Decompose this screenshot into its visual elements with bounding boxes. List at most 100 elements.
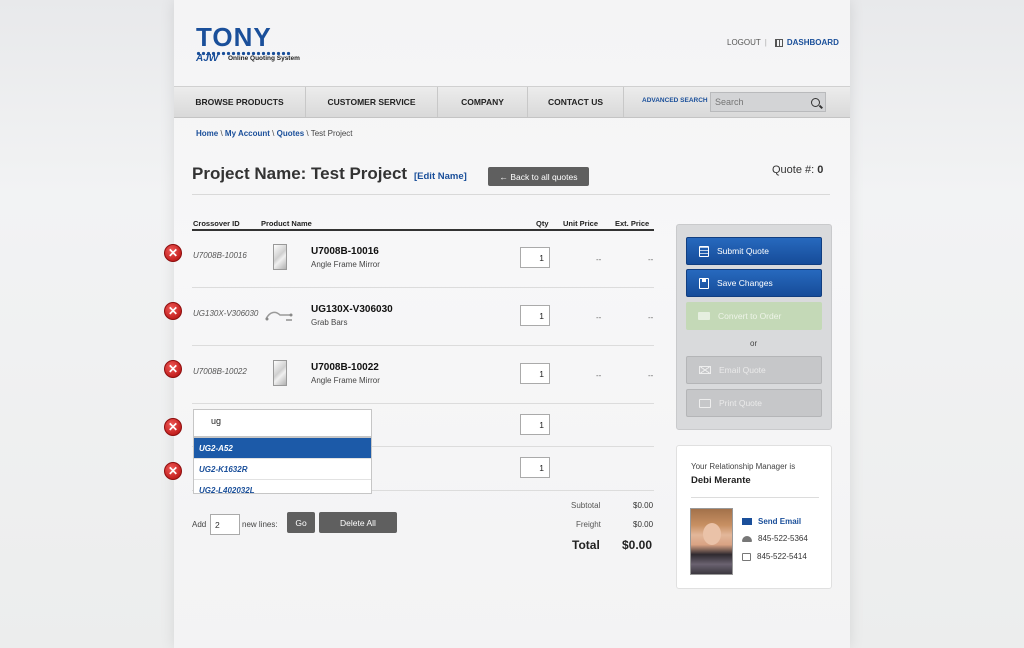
product-thumbnail[interactable] bbox=[264, 359, 294, 387]
page-title: Project Name: Test Project bbox=[192, 164, 408, 183]
autocomplete-option[interactable]: UG2-A52 bbox=[194, 438, 371, 459]
col-header-crossover: Crossover ID bbox=[193, 219, 240, 228]
product-thumbnail[interactable] bbox=[264, 301, 294, 329]
quote-number: Quote #: 0 bbox=[772, 164, 823, 176]
mirror-image-icon bbox=[273, 244, 287, 270]
product-name[interactable]: UG130X-V306030 bbox=[311, 304, 393, 315]
breadcrumb-quotes[interactable]: Quotes bbox=[277, 129, 305, 138]
fax-row: 845-522-5414 bbox=[742, 552, 807, 561]
add-lines-label: Add bbox=[192, 520, 207, 529]
row-divider bbox=[192, 345, 654, 346]
row-crossover-id: U7008B-10016 bbox=[193, 251, 247, 260]
send-email-row[interactable]: Send Email bbox=[742, 517, 801, 526]
crossover-search-input[interactable]: ug bbox=[193, 409, 372, 437]
convert-to-order-button[interactable]: Convert to Order bbox=[686, 302, 822, 330]
manager-avatar bbox=[690, 508, 733, 575]
col-header-qty: Qty bbox=[536, 219, 549, 228]
save-icon bbox=[699, 277, 709, 289]
search-box bbox=[710, 92, 826, 112]
sub-brand: AJW bbox=[196, 53, 219, 64]
nav-customer-service[interactable]: CUSTOMER SERVICE bbox=[306, 87, 438, 117]
truck-icon bbox=[698, 312, 710, 320]
breadcrumb-sep: \ bbox=[269, 129, 277, 138]
email-quote-label: Email Quote bbox=[719, 365, 766, 375]
avatar-face bbox=[703, 523, 721, 545]
send-email-link[interactable]: Send Email bbox=[758, 517, 801, 526]
col-header-ext-price: Ext. Price bbox=[615, 219, 650, 228]
save-changes-label: Save Changes bbox=[717, 278, 773, 288]
delete-row-icon[interactable]: ✕ bbox=[164, 418, 182, 436]
nav-browse-products[interactable]: BROWSE PRODUCTS bbox=[174, 87, 306, 117]
product-name[interactable]: U7008B-10016 bbox=[311, 246, 379, 257]
breadcrumb-current: Test Project bbox=[310, 129, 353, 138]
link-separator: | bbox=[764, 38, 767, 47]
back-to-quotes-button[interactable]: ← Back to all quotes bbox=[488, 167, 589, 186]
qty-input[interactable]: 1 bbox=[520, 457, 550, 478]
unit-price: -- bbox=[596, 371, 602, 380]
printer-icon bbox=[699, 398, 711, 408]
print-quote-button[interactable]: Print Quote bbox=[686, 389, 822, 417]
unit-price: -- bbox=[596, 313, 602, 322]
breadcrumb: Home \ My Account \ Quotes \ Test Projec… bbox=[196, 129, 353, 138]
qty-input[interactable]: 1 bbox=[520, 305, 550, 326]
breadcrumb-home[interactable]: Home bbox=[196, 129, 218, 138]
product-thumbnail[interactable] bbox=[264, 243, 294, 271]
advanced-search-link[interactable]: ADVANCED SEARCH bbox=[642, 97, 708, 104]
mirror-image-icon bbox=[273, 360, 287, 386]
col-header-unit-price: Unit Price bbox=[563, 219, 599, 228]
delete-row-icon[interactable]: ✕ bbox=[164, 462, 182, 480]
edit-name-link[interactable]: [Edit Name] bbox=[414, 171, 467, 182]
submit-quote-label: Submit Quote bbox=[717, 246, 769, 256]
row-divider bbox=[192, 287, 654, 288]
search-input[interactable] bbox=[711, 97, 805, 107]
delete-row-icon[interactable]: ✕ bbox=[164, 302, 182, 320]
autocomplete-dropdown: UG2-A52 UG2-K1632R UG2-L402032L bbox=[193, 437, 372, 494]
breadcrumb-my-account[interactable]: My Account bbox=[225, 129, 270, 138]
nav-contact-us[interactable]: CONTACT US bbox=[528, 87, 624, 117]
freight-label: Freight bbox=[576, 520, 601, 529]
ext-price: -- bbox=[648, 371, 654, 380]
freight-value: $0.00 bbox=[633, 520, 654, 529]
delete-all-button[interactable]: Delete All bbox=[319, 512, 397, 533]
nav-company[interactable]: COMPANY bbox=[438, 87, 528, 117]
top-links: LOGOUT | DASHBOARD bbox=[727, 38, 839, 47]
qty-input[interactable]: 1 bbox=[520, 247, 550, 268]
email-quote-button[interactable]: Email Quote bbox=[686, 356, 822, 384]
dashboard-icon bbox=[774, 38, 783, 47]
or-separator: or bbox=[750, 339, 758, 348]
autocomplete-option[interactable]: UG2-L402032L bbox=[194, 480, 371, 494]
product-description: Angle Frame Mirror bbox=[311, 376, 380, 385]
new-lines-label: new lines: bbox=[242, 520, 278, 529]
autocomplete-option[interactable]: UG2-K1632R bbox=[194, 459, 371, 480]
qty-input[interactable]: 1 bbox=[520, 363, 550, 384]
fax-number: 845-522-5414 bbox=[757, 552, 807, 561]
ext-price: -- bbox=[648, 313, 654, 322]
delete-row-icon[interactable]: ✕ bbox=[164, 360, 182, 378]
breadcrumb-sep: \ bbox=[218, 129, 225, 138]
save-changes-button[interactable]: Save Changes bbox=[686, 269, 822, 297]
col-header-product: Product Name bbox=[261, 219, 312, 228]
grab-bars-image-icon bbox=[265, 311, 293, 321]
quote-number-value: 0 bbox=[817, 164, 824, 176]
search-icon[interactable] bbox=[811, 97, 820, 107]
qty-input[interactable]: 1 bbox=[520, 414, 550, 435]
dashboard-link[interactable]: DASHBOARD bbox=[787, 38, 839, 47]
total-label: Total bbox=[572, 538, 600, 552]
delete-row-icon[interactable]: ✕ bbox=[164, 244, 182, 262]
go-button[interactable]: Go bbox=[287, 512, 315, 533]
card-divider bbox=[691, 497, 819, 498]
add-lines-input[interactable]: 2 bbox=[210, 514, 240, 535]
submit-quote-button[interactable]: Submit Quote bbox=[686, 237, 822, 265]
unit-price: -- bbox=[596, 255, 602, 264]
ext-price: -- bbox=[648, 255, 654, 264]
print-quote-label: Print Quote bbox=[719, 398, 762, 408]
phone-icon bbox=[742, 535, 752, 542]
logout-link[interactable]: LOGOUT bbox=[727, 38, 761, 47]
table-header-rule bbox=[192, 229, 654, 231]
product-name[interactable]: U7008B-10022 bbox=[311, 362, 379, 373]
envelope-icon bbox=[699, 366, 711, 374]
manager-name: Debi Merante bbox=[691, 475, 751, 486]
quote-number-label: Quote #: bbox=[772, 164, 815, 176]
product-description: Angle Frame Mirror bbox=[311, 260, 380, 269]
calculator-icon bbox=[699, 245, 709, 257]
